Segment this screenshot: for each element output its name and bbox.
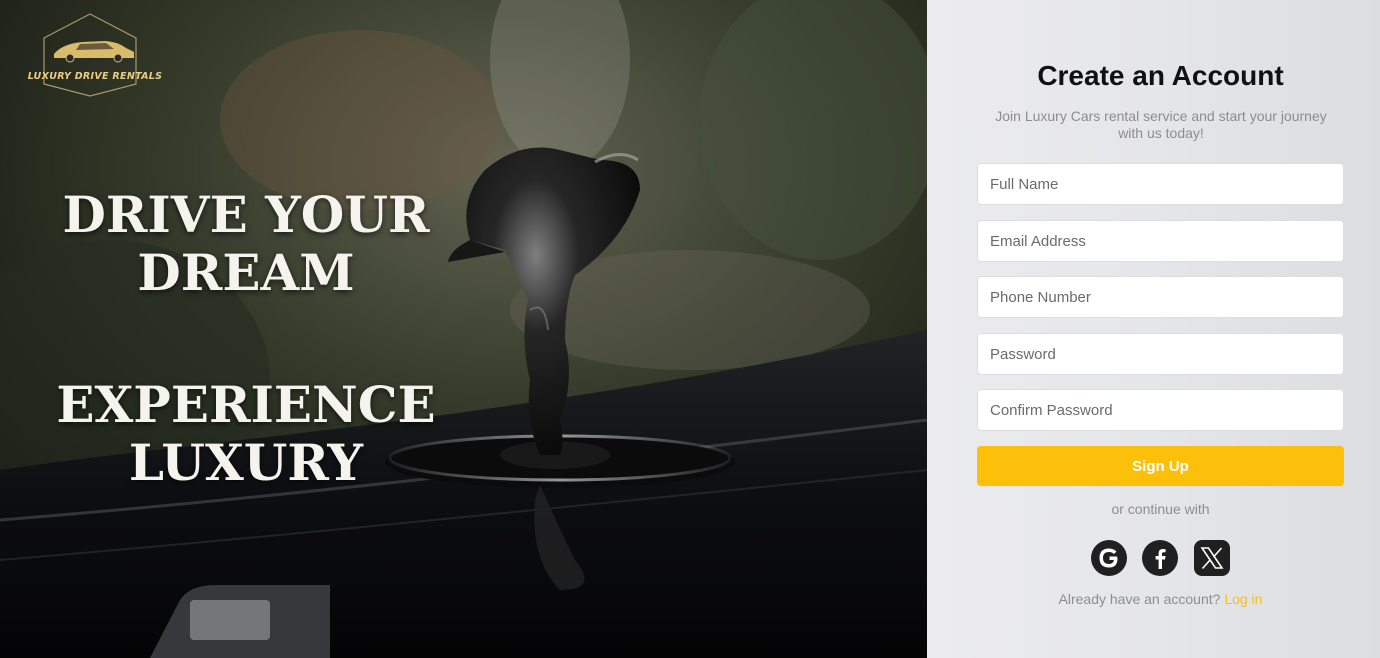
x-icon xyxy=(1194,540,1230,576)
confirm-password-input[interactable] xyxy=(977,389,1344,431)
continue-with-text: or continue with xyxy=(1111,501,1210,517)
car-emblem-icon xyxy=(43,13,137,97)
form-title: Create an Account xyxy=(1037,60,1284,91)
facebook-icon xyxy=(1142,540,1178,576)
hero-background-photo xyxy=(0,0,927,658)
brand-logo-text: LUXURY DRIVE RENTALS xyxy=(27,71,163,82)
hero-headline-line: DRIVE YOUR xyxy=(62,185,430,244)
phone-input[interactable] xyxy=(977,276,1344,318)
signup-panel: Create an Account Join Luxury Cars renta… xyxy=(927,0,1380,658)
x-login-button[interactable] xyxy=(1193,539,1231,577)
email-input[interactable] xyxy=(977,220,1344,262)
google-login-button[interactable] xyxy=(1090,539,1128,577)
login-prompt: Already have an account? Log in xyxy=(927,591,1380,607)
facebook-login-button[interactable] xyxy=(1141,539,1179,577)
google-icon xyxy=(1091,540,1127,576)
hero-headline-experience: EXPERIENCE LUXURY xyxy=(26,376,466,492)
hero-headline-drive: DRIVE YOUR DREAM xyxy=(26,186,466,302)
password-input[interactable] xyxy=(977,333,1344,375)
form-subtitle: Join Luxury Cars rental service and star… xyxy=(995,108,1327,141)
hero-headline-line: DREAM xyxy=(137,243,355,302)
login-prompt-text: Already have an account? xyxy=(1058,591,1221,607)
hero-headline-line: LUXURY xyxy=(128,433,364,492)
brand-logo[interactable]: LUXURY DRIVE RENTALS xyxy=(10,12,170,98)
sign-up-button[interactable]: Sign Up xyxy=(977,446,1344,486)
hero-headline-line: EXPERIENCE xyxy=(56,375,436,434)
hero-section: LUXURY DRIVE RENTALS DRIVE YOUR DREAM EX… xyxy=(0,0,927,658)
login-link[interactable]: Log in xyxy=(1224,591,1262,607)
full-name-input[interactable] xyxy=(977,163,1344,205)
